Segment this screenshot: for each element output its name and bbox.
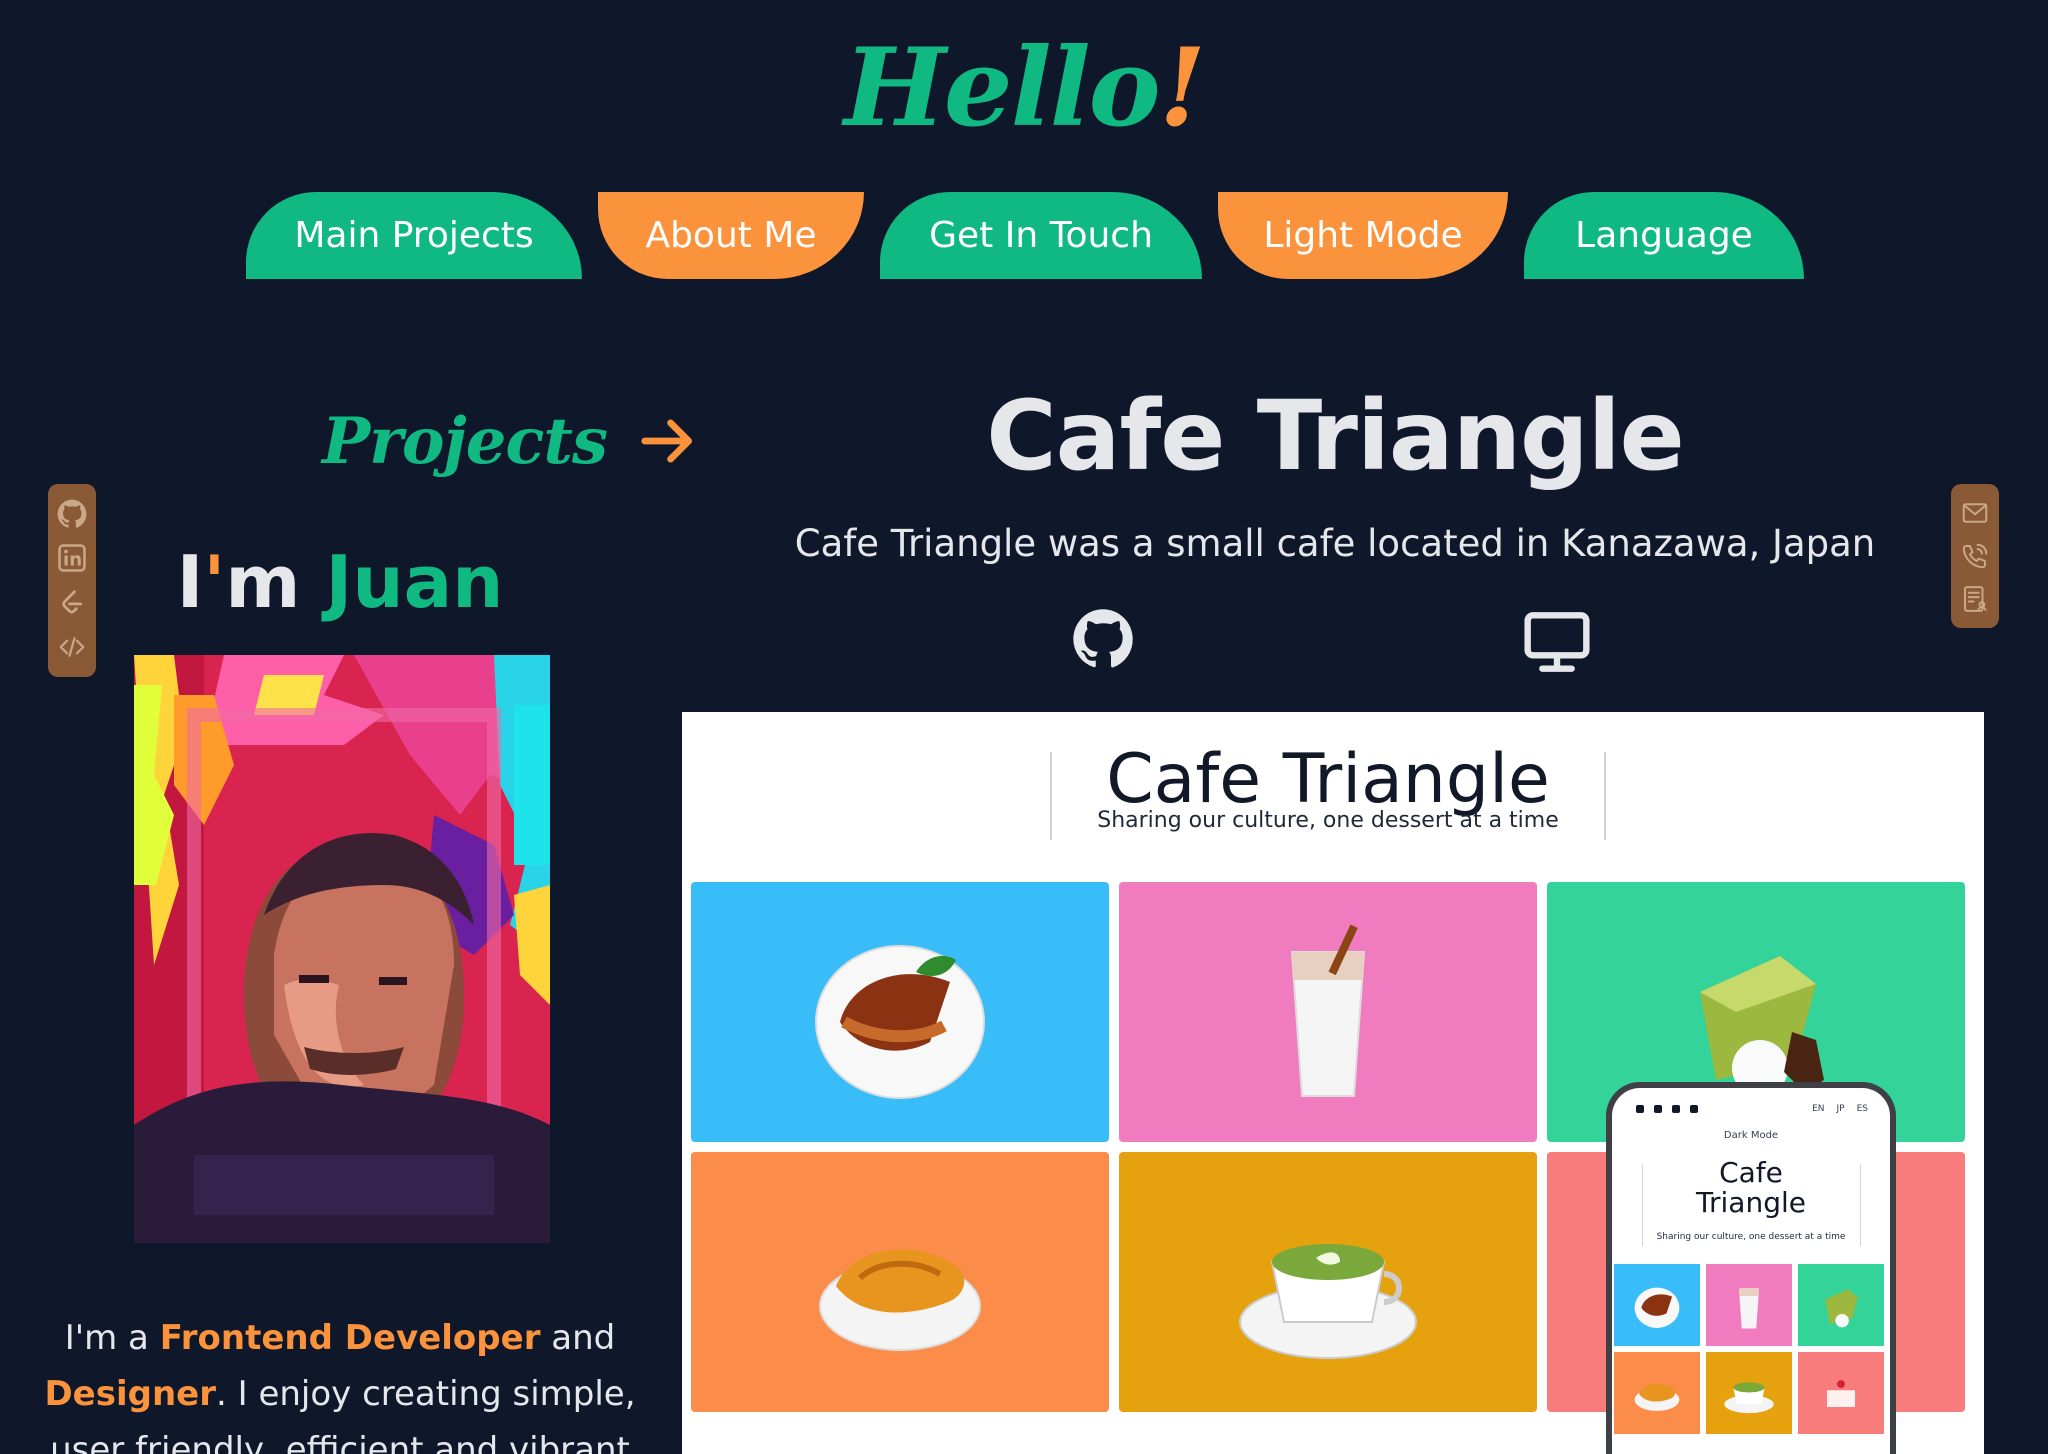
project-description: Cafe Triangle was a small cafe located i… (794, 522, 1876, 565)
phone-tile-drink (1706, 1264, 1792, 1346)
bio-part-3: . I enjoy creating simple, (216, 1374, 636, 1414)
intro-m: m (225, 540, 301, 624)
project-preview[interactable]: Cafe Triangle Sharing our culture, one d… (682, 712, 1984, 1454)
nav-about-me-button[interactable]: About Me (598, 192, 864, 279)
project-live-demo-link[interactable] (1522, 610, 1592, 674)
intro-heading: I'm Juan (0, 540, 680, 624)
phone-mockup: EN JP ES Dark Mode Cafe Triangle Sharing… (1606, 1082, 1896, 1454)
phone-lang-jp: JP (1836, 1104, 1845, 1114)
bio-part-1: I'm a (64, 1318, 160, 1358)
phone-tile-strawberry-cake (1798, 1352, 1884, 1434)
phone-dark-mode: Dark Mode (1723, 1130, 1779, 1141)
intro-apostrophe: ' (203, 540, 226, 624)
taiyaki-image (819, 1249, 981, 1351)
tart-image (815, 945, 985, 1099)
projects-link[interactable]: Projects (322, 396, 699, 486)
phone-title-line1: Cafe (1719, 1156, 1783, 1189)
projects-label: Projects (322, 403, 608, 479)
intro-name: Juan (325, 540, 504, 624)
main-nav: Main Projects About Me Get In Touch Ligh… (0, 192, 2048, 279)
phone-social-icons (1636, 1105, 1698, 1113)
nav-language-button[interactable]: Language (1524, 192, 1804, 279)
phone-topbar: EN JP ES (1636, 1102, 1868, 1116)
nav-get-in-touch-button[interactable]: Get In Touch (880, 192, 1202, 279)
phone-site-title: Cafe Triangle (1612, 1158, 1890, 1218)
avatar (134, 655, 550, 1243)
code-icon[interactable] (57, 632, 87, 662)
bio-text: I'm a Frontend Developer and Designer. I… (40, 1310, 640, 1454)
tile-dessert-tart[interactable] (691, 882, 1109, 1142)
tile-matcha-latte[interactable] (1119, 1152, 1537, 1412)
greeting-mark: ! (1158, 25, 1206, 151)
resume-icon[interactable] (1960, 584, 1990, 614)
phone-site-subtitle: Sharing our culture, one dessert at a ti… (1656, 1232, 1846, 1242)
nav-main-projects-button[interactable]: Main Projects (246, 192, 582, 279)
phone-tile-taiyaki (1614, 1352, 1700, 1434)
preview-site-subtitle: Sharing our culture, one dessert at a ti… (1097, 808, 1559, 833)
bio-part-4: user friendly, efficient and vibrant (50, 1430, 630, 1454)
nav-light-mode-button[interactable]: Light Mode (1218, 192, 1508, 279)
phone-lang-es: ES (1856, 1104, 1868, 1114)
phone-title-line2: Triangle (1696, 1186, 1806, 1219)
drink-image (1290, 924, 1366, 1097)
bio-part-2: and (540, 1318, 616, 1358)
phone-tile-tart (1614, 1264, 1700, 1346)
latte-image (1239, 1244, 1417, 1359)
portfolio-page: Hello! Main Projects About Me Get In Tou… (0, 0, 2048, 1454)
phone-tile-matcha-cake (1798, 1264, 1884, 1346)
phone-tile-latte (1706, 1352, 1792, 1434)
intro-i: I (176, 540, 204, 624)
github-icon[interactable] (57, 499, 87, 529)
bio-highlight-designer: Designer (44, 1374, 216, 1414)
github-icon (1073, 609, 1133, 668)
project-title: Cafe Triangle (986, 380, 1685, 492)
monitor-icon (1524, 612, 1590, 672)
tile-taiyaki[interactable] (691, 1152, 1109, 1412)
greeting-heading: Hello! (0, 34, 2048, 142)
greeting-word: Hello (843, 25, 1161, 151)
phone-language-switch: EN JP ES (1812, 1104, 1868, 1114)
phone-lang-en: EN (1812, 1104, 1825, 1114)
project-github-link[interactable] (1072, 608, 1134, 670)
tile-iced-drink[interactable] (1119, 882, 1537, 1142)
bio-highlight-frontend: Frontend Developer (159, 1318, 541, 1358)
